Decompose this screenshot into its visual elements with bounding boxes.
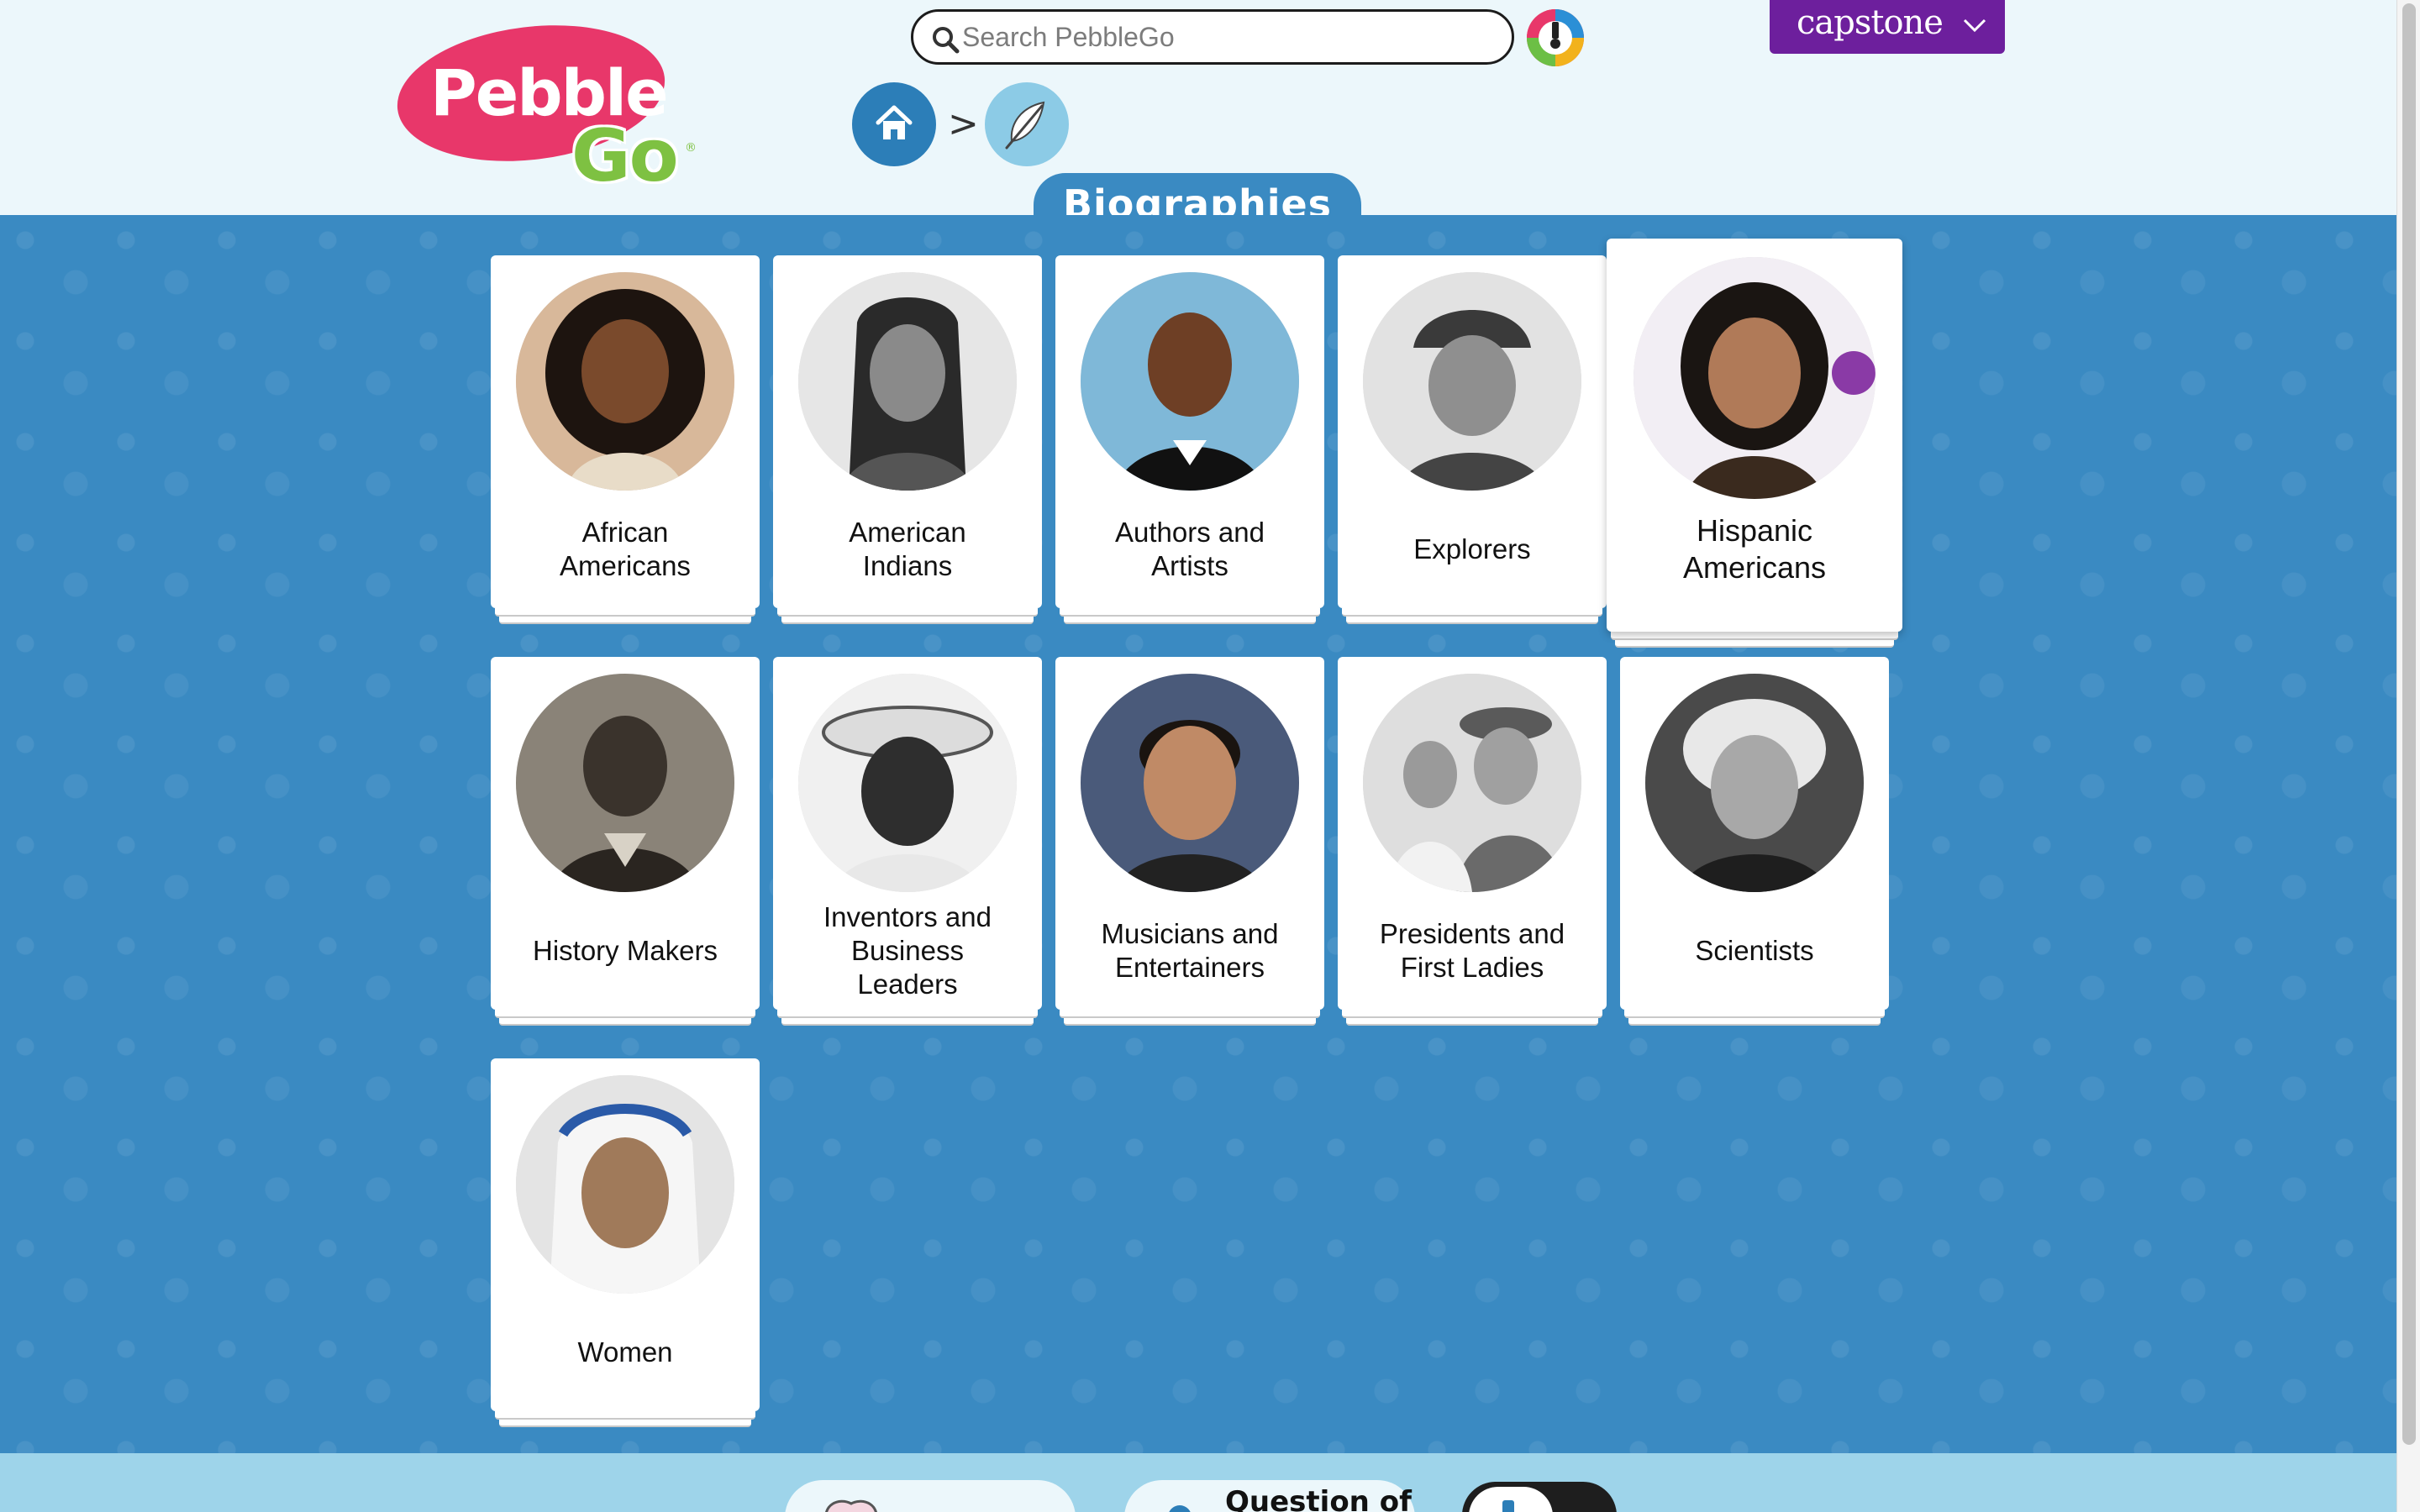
category-label: Explorers (1413, 533, 1531, 564)
card-face: Scientists (1620, 657, 1889, 1010)
breadcrumb-separator: > (948, 102, 979, 145)
card-stack-edge (1346, 1017, 1598, 1026)
category-label: Women (577, 1336, 673, 1368)
card-face: Presidents and First Ladies (1338, 657, 1607, 1010)
category-card-inventors-and-business-leaders[interactable]: Inventors and Business Leaders (773, 657, 1042, 1052)
category-card-history-makers[interactable]: History Makers (491, 657, 760, 1052)
portrait-photo (516, 1075, 734, 1294)
question-of-label: Question of (1225, 1485, 1412, 1512)
portrait-photo (1081, 674, 1299, 892)
category-card-women[interactable]: Women (491, 1058, 760, 1453)
category-label: Scientists (1695, 935, 1814, 966)
brain-icon (825, 1499, 877, 1512)
portrait-photo (798, 272, 1017, 491)
color-wheel-icon[interactable] (1524, 7, 1586, 69)
category-label: Presidents and First Ladies (1379, 918, 1565, 983)
brain-button[interactable] (785, 1480, 1076, 1512)
capstone-label: capstone (1797, 3, 1944, 42)
logo-word-go: Go (571, 114, 679, 198)
chevron-down-icon (1963, 18, 1986, 33)
category-card-musicians-and-entertainers[interactable]: Musicians and Entertainers (1055, 657, 1324, 1052)
card-stack-edge (495, 1010, 755, 1018)
card-face: Authors and Artists (1055, 255, 1324, 608)
category-label: Hispanic Americans (1682, 513, 1827, 585)
card-stack-edge (495, 1411, 755, 1420)
breadcrumb-biographies-button[interactable] (985, 82, 1069, 166)
category-grid: African Americans American Indians Autho… (0, 215, 2396, 1453)
portrait-photo (1363, 674, 1581, 892)
category-label: African Americans (560, 517, 691, 581)
card-stack-edge (499, 1017, 751, 1026)
portrait-photo (798, 674, 1017, 892)
category-label: American Indians (849, 517, 966, 581)
card-stack-edge (1342, 608, 1602, 617)
portrait-photo (1363, 272, 1581, 491)
card-stack-edge (1060, 1010, 1320, 1018)
card-face: American Indians (773, 255, 1042, 608)
card-stack-edge (1064, 616, 1316, 624)
card-stack-edge (1611, 632, 1898, 640)
card-face: Hispanic Americans (1607, 239, 1902, 632)
category-label: Musicians and Entertainers (1101, 918, 1279, 983)
feather-icon (1005, 101, 1045, 150)
audio-toggle[interactable] (1462, 1482, 1617, 1512)
search-input[interactable] (962, 18, 1500, 55)
card-face: History Makers (491, 657, 760, 1010)
category-card-african-americans[interactable]: African Americans (491, 255, 760, 650)
card-stack-edge (1342, 1010, 1602, 1018)
home-icon (876, 105, 913, 139)
search-box[interactable] (911, 9, 1514, 65)
card-stack-edge (1628, 1017, 1881, 1026)
breadcrumb-home-button[interactable] (852, 82, 936, 166)
question-of-the-day-icon (1169, 1505, 1191, 1512)
category-label: Inventors and Business Leaders (823, 901, 992, 1000)
card-stack-edge (1624, 1010, 1885, 1018)
scrollbar-thumb[interactable] (2402, 3, 2416, 1445)
card-stack-edge (1060, 608, 1320, 617)
portrait-photo (1634, 257, 1876, 499)
category-card-explorers[interactable]: Explorers (1338, 255, 1607, 650)
toggle-knob (1469, 1487, 1553, 1512)
card-stack-edge (781, 1017, 1034, 1026)
logo-registered-mark: ® (685, 141, 697, 155)
card-face: Inventors and Business Leaders (773, 657, 1042, 1010)
card-face: Explorers (1338, 255, 1607, 608)
card-stack-edge (499, 1419, 751, 1427)
card-stack-edge (777, 608, 1038, 617)
portrait-photo (1081, 272, 1299, 491)
search-icon (933, 27, 960, 54)
question-of-the-day-button[interactable]: Question of (1124, 1480, 1415, 1512)
card-stack-edge (1064, 1017, 1316, 1026)
category-card-american-indians[interactable]: American Indians (773, 255, 1042, 650)
card-stack-edge (1615, 639, 1894, 648)
card-stack-edge (781, 616, 1034, 624)
vertical-scrollbar[interactable] (2396, 0, 2420, 1512)
category-card-hispanic-americans[interactable]: Hispanic Americans (1607, 239, 1902, 650)
card-stack-edge (777, 1010, 1038, 1018)
portrait-photo (516, 272, 734, 491)
footer-toolbar: Question of (0, 1453, 2396, 1512)
category-card-presidents-and-first-ladies[interactable]: Presidents and First Ladies (1338, 657, 1607, 1052)
card-stack-edge (495, 608, 755, 617)
pebblego-logo[interactable]: Pebble Go ® (389, 11, 697, 208)
category-card-scientists[interactable]: Scientists (1620, 657, 1889, 1052)
toggle-indicator (1502, 1500, 1514, 1512)
category-card-authors-and-artists[interactable]: Authors and Artists (1055, 255, 1324, 650)
card-stack-edge (1346, 616, 1598, 624)
portrait-photo (1645, 674, 1864, 892)
card-face: Women (491, 1058, 760, 1411)
header: Pebble Go ® capstone > (0, 0, 2396, 237)
capstone-menu-button[interactable]: capstone (1770, 0, 2005, 54)
card-face: Musicians and Entertainers (1055, 657, 1324, 1010)
category-label: Authors and Artists (1115, 517, 1265, 581)
card-stack-edge (499, 616, 751, 624)
portrait-photo (516, 674, 734, 892)
card-face: African Americans (491, 255, 760, 608)
category-label: History Makers (532, 935, 718, 966)
